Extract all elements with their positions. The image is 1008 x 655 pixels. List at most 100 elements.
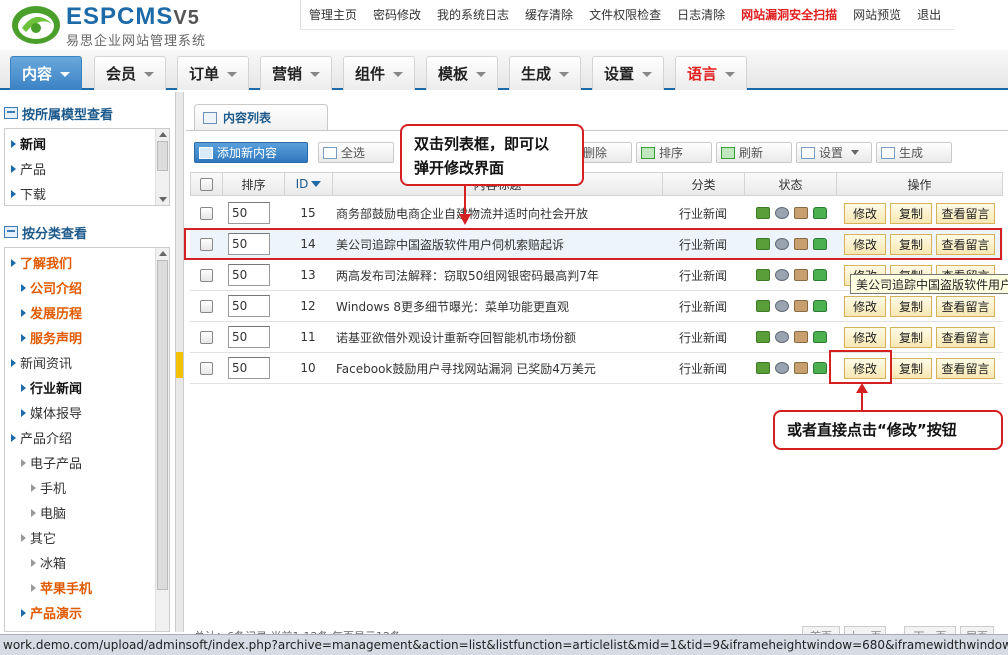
topnav-password[interactable]: 密码修改 [365,6,429,23]
model-list-scrollbar[interactable] [155,129,169,205]
link-icon[interactable] [775,300,789,312]
cart-icon[interactable] [794,269,808,281]
topnav-clear-cache[interactable]: 缓存清除 [517,6,581,23]
category-item[interactable]: 冰箱 [31,550,66,575]
menu-template[interactable]: 模板 [426,56,498,90]
image-icon[interactable] [756,207,770,219]
menu-marketing[interactable]: 营销 [260,56,332,90]
sort-order-input[interactable]: 50 [228,295,270,317]
image-icon[interactable] [756,331,770,343]
select-all-checkbox[interactable] [200,177,213,191]
category-item[interactable]: 发展历程 [21,300,82,325]
select-all-button[interactable]: 全选 [318,142,394,163]
copy-button[interactable]: 复制 [890,357,932,379]
category-item[interactable]: 苹果手机 [31,575,92,600]
category-item[interactable]: 电子产品 [21,450,82,475]
category-item[interactable]: 电脑 [31,500,66,525]
link-icon[interactable] [775,362,789,374]
model-item-news[interactable]: 新闻 [11,131,46,156]
menu-component[interactable]: 组件 [343,56,415,90]
sort-order-input[interactable]: 50 [228,326,270,348]
scrollbar-thumb[interactable] [157,141,168,171]
menu-generate[interactable]: 生成 [509,56,581,90]
menu-settings[interactable]: 设置 [592,56,664,90]
category-item[interactable]: 服务声明 [21,325,82,350]
category-item[interactable]: 产品介绍 [11,425,72,450]
category-item[interactable]: 了解我们 [11,250,72,275]
copy-button[interactable]: 复制 [890,202,932,224]
cart-icon[interactable] [794,300,808,312]
menu-language[interactable]: 语言 [675,56,747,90]
lock-icon[interactable] [813,300,827,312]
tab-content-list[interactable]: 内容列表 [194,104,328,130]
link-icon[interactable] [775,207,789,219]
lock-icon[interactable] [813,331,827,343]
category-item[interactable]: 其它 [21,525,56,550]
edit-button[interactable]: 修改 [844,295,886,317]
scrollbar-thumb[interactable] [157,260,168,590]
row-checkbox[interactable] [200,206,213,220]
category-item[interactable]: 公司介绍 [21,275,82,300]
copy-button[interactable]: 复制 [890,295,932,317]
image-icon[interactable] [756,300,770,312]
menu-content[interactable]: 内容 [10,56,82,90]
add-content-button[interactable]: 添加新内容 [194,142,308,163]
image-icon[interactable] [756,362,770,374]
column-sort[interactable]: 排序 [223,173,285,195]
sort-order-input[interactable]: 50 [228,202,270,224]
sort-order-input[interactable]: 50 [228,264,270,286]
lock-icon[interactable] [813,362,827,374]
sidebar-splitter[interactable] [176,92,184,632]
row-checkbox[interactable] [200,299,213,313]
topnav-security-scan[interactable]: 网站漏洞安全扫描 [733,6,845,23]
row-title[interactable]: 诺基亚欲借外观设计重新夺回智能机市场份额 [336,322,662,352]
lock-icon[interactable] [813,207,827,219]
topnav-my-log[interactable]: 我的系统日志 [429,6,517,23]
edit-button[interactable]: 修改 [844,326,886,348]
link-icon[interactable] [775,269,789,281]
category-item-selected[interactable]: 行业新闻 [21,375,82,400]
cart-icon[interactable] [794,331,808,343]
menu-member[interactable]: 会员 [94,56,166,90]
table-row[interactable]: 50 11 诺基亚欲借外观设计重新夺回智能机市场份额 行业新闻 修改 复制 查看留言 [190,322,1003,353]
sort-button[interactable]: 排序 [636,142,712,163]
table-row[interactable]: 50 12 Windows 8更多细节曝光：菜单功能更直观 行业新闻 修改 复制 查看留言 [190,291,1003,322]
copy-button[interactable]: 复制 [890,326,932,348]
category-item[interactable]: 媒体报导 [21,400,82,425]
model-item-download[interactable]: 下载 [11,181,46,206]
menu-order[interactable]: 订单 [177,56,249,90]
row-checkbox[interactable] [200,361,213,375]
image-icon[interactable] [756,269,770,281]
link-icon[interactable] [775,331,789,343]
row-title[interactable]: Facebook鼓励用户寻找网站漏洞 已奖励4万美元 [336,353,662,383]
topnav-clear-log[interactable]: 日志清除 [669,6,733,23]
row-title[interactable]: Windows 8更多细节曝光：菜单功能更直观 [336,291,662,321]
category-item[interactable]: 新闻资讯 [11,350,72,375]
category-tree-scrollbar[interactable] [155,248,169,631]
settings-button[interactable]: 设置 [796,142,872,163]
collapse-sidebar-handle[interactable] [176,352,183,378]
edit-button[interactable]: 修改 [844,202,886,224]
generate-button[interactable]: 生成 [876,142,952,163]
view-comments-button[interactable]: 查看留言 [936,295,995,317]
row-checkbox[interactable] [200,330,213,344]
category-item[interactable]: 手机 [31,475,66,500]
table-row[interactable]: 50 15 商务部鼓励电商企业自建物流并适时向社会开放 行业新闻 修改 复制 查看留言 [190,198,1003,229]
row-checkbox[interactable] [200,268,213,282]
cart-icon[interactable] [794,362,808,374]
cart-icon[interactable] [794,207,808,219]
refresh-button[interactable]: 刷新 [716,142,792,163]
column-id[interactable]: ID [285,173,333,195]
view-comments-button[interactable]: 查看留言 [936,326,995,348]
lock-icon[interactable] [813,269,827,281]
row-title[interactable]: 两高发布司法解释：窃取50组网银密码最高判7年 [336,260,662,290]
topnav-site-preview[interactable]: 网站预览 [845,6,909,23]
sort-order-input[interactable]: 50 [228,357,270,379]
view-comments-button[interactable]: 查看留言 [936,357,995,379]
topnav-logout[interactable]: 退出 [909,6,949,23]
model-item-product[interactable]: 产品 [11,156,46,181]
row-title[interactable]: 商务部鼓励电商企业自建物流并适时向社会开放 [336,198,662,228]
topnav-home[interactable]: 管理主页 [301,6,365,23]
category-item[interactable]: 产品演示 [21,600,82,625]
view-comments-button[interactable]: 查看留言 [936,202,995,224]
